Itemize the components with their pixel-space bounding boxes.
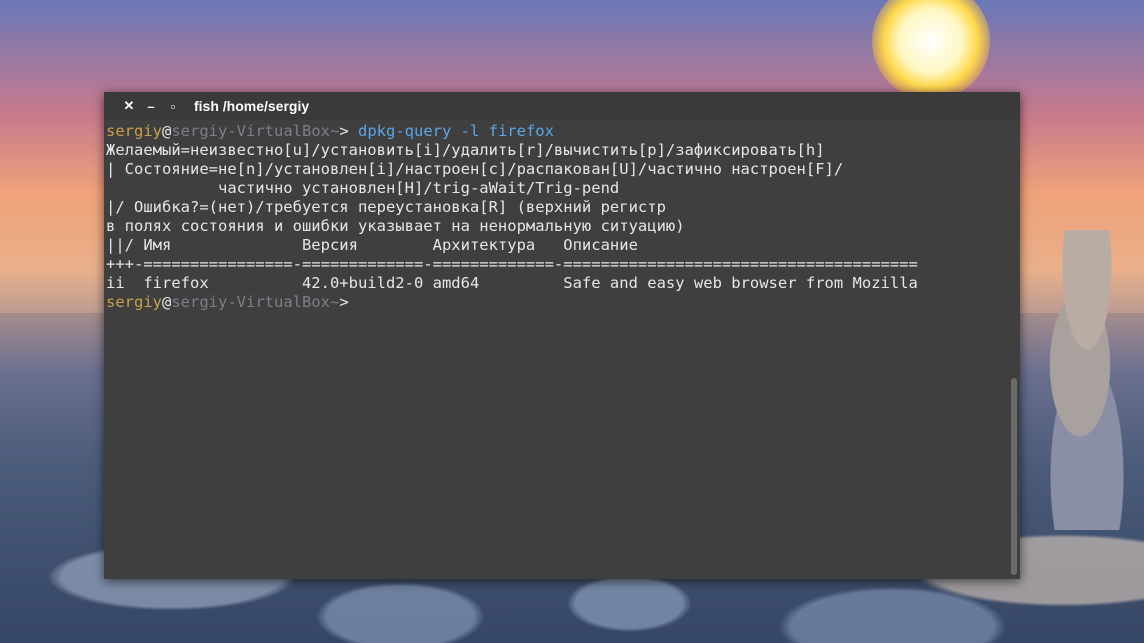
sun-background (872, 0, 990, 100)
close-icon[interactable]: ✕ (118, 98, 140, 114)
output-separator-line: +++-================-=============-=====… (106, 255, 918, 273)
output-line: в полях состояния и ошибки указывает на … (106, 217, 685, 235)
prompt-tilde: ~ (329, 122, 340, 140)
active-prompt-line[interactable]: sergiy@sergiy-VirtualBox~> (106, 293, 1008, 312)
package-row: ii firefox 42.0+build2-0 amd64 Safe and … (106, 274, 918, 292)
terminal-scrollbar[interactable] (1008, 120, 1020, 579)
window-title: fish /home/sergiy (194, 98, 310, 114)
prompt-user: sergiy (106, 293, 162, 311)
terminal-output[interactable]: sergiy@sergiy-VirtualBox~> dpkg-query -l… (104, 120, 1008, 579)
prompt-symbol: > (339, 293, 358, 311)
command-prompt-line: sergiy@sergiy-VirtualBox~> dpkg-query -l… (106, 122, 1008, 141)
command-text: dpkg-query -l firefox (358, 122, 554, 140)
maximize-icon[interactable]: ▫ (162, 99, 184, 114)
window-titlebar[interactable]: ✕ – ▫ fish /home/sergiy (104, 92, 1020, 120)
prompt-at: @ (162, 293, 172, 311)
rock-stack-background (1010, 230, 1144, 530)
prompt-at: @ (162, 122, 172, 140)
output-line: | Состояние=не[n]/установлен[i]/настроен… (106, 160, 844, 178)
prompt-host: sergiy-VirtualBox (171, 122, 330, 140)
prompt-tilde: ~ (329, 293, 340, 311)
prompt-host: sergiy-VirtualBox (171, 293, 330, 311)
minimize-icon[interactable]: – (140, 99, 162, 114)
output-line: Желаемый=неизвестно[u]/установить[i]/уда… (106, 141, 825, 159)
output-line: |/ Ошибка?=(нет)/требуется переустановка… (106, 198, 666, 216)
prompt-user: sergiy (106, 122, 162, 140)
terminal-window: ✕ – ▫ fish /home/sergiy sergiy@sergiy-Vi… (104, 92, 1020, 579)
output-line: частично установлен[H]/trig-aWait/Trig-p… (106, 179, 620, 197)
output-header-line: ||/ Имя Версия Архитектура Описание (106, 236, 638, 254)
scrollbar-thumb[interactable] (1011, 378, 1017, 575)
prompt-symbol: > (339, 122, 358, 140)
